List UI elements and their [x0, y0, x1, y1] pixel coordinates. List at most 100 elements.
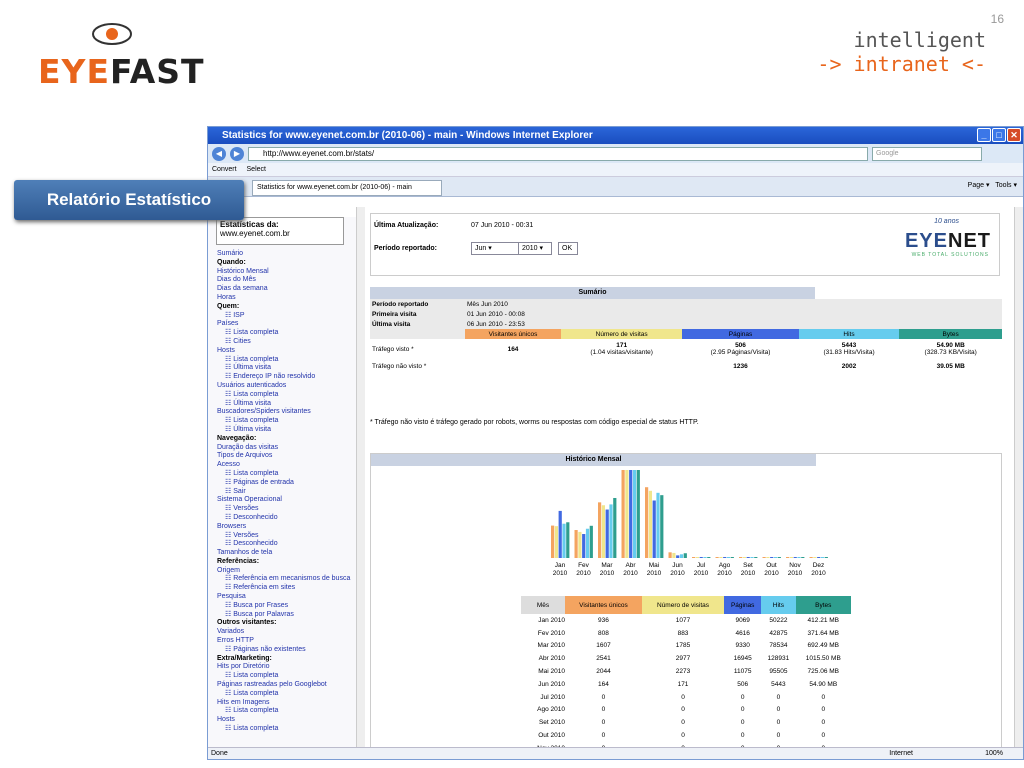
sidebar-item[interactable]: Hosts [217, 347, 356, 356]
sidebar-item[interactable]: Sumário [217, 250, 356, 259]
sidebar-item[interactable]: Origem [217, 567, 356, 576]
table-row: Mai 2010 2044 2273 11075 95505 725.06 MB [538, 668, 839, 676]
chart-tick-label: Fev [578, 562, 590, 569]
sidebar-item[interactable]: Hosts [217, 716, 356, 725]
sidebar-item[interactable]: Acesso [217, 461, 356, 470]
window-title: Statistics for www.eyenet.com.br (2010-0… [208, 127, 1023, 144]
sidebar-item[interactable]: Tipos de Arquivos [217, 452, 356, 461]
sidebar-item[interactable]: Horas [217, 294, 356, 303]
sidebar-item[interactable]: ☷ Referência em mecanismos de busca [217, 575, 356, 584]
zoom-level[interactable]: 100% [985, 748, 1003, 759]
year-select[interactable]: 2010 ▾ [518, 242, 552, 255]
sidebar-item[interactable]: Dias do Mês [217, 276, 356, 285]
maximize-button[interactable]: □ [992, 128, 1006, 142]
chart-bar [574, 530, 578, 558]
sidebar-item[interactable]: Tamanhos de tela [217, 549, 356, 558]
sidebar-item[interactable]: ☷ Desconhecido [217, 514, 356, 523]
subitem-icon: ☷ [225, 337, 232, 345]
sidebar-item[interactable]: Dias da semana [217, 285, 356, 294]
sidebar-item[interactable]: Usuários autenticados [217, 382, 356, 391]
chart-bar [621, 470, 625, 558]
sidebar-item[interactable]: ☷ Lista completa [217, 470, 356, 479]
sidebar-item[interactable]: ☷ Última visita [217, 400, 356, 409]
sidebar-item[interactable]: ☷ Desconhecido [217, 540, 356, 549]
subitem-icon: ☷ [225, 390, 232, 398]
sidebar-item[interactable]: Browsers [217, 523, 356, 532]
chart-bar [699, 557, 703, 558]
sidebar-item[interactable]: ☷ Lista completa [217, 329, 356, 338]
sidebar-item[interactable]: ☷ Lista completa [217, 672, 356, 681]
sidebar-item[interactable]: ☷ Lista completa [217, 690, 356, 699]
table-row: Jul 2010 0 0 0 0 0 [540, 693, 826, 701]
chart-bar [672, 552, 676, 558]
subitem-icon: ☷ [225, 311, 232, 319]
site-box: Estatísticas da: www.eyenet.com.br [216, 217, 344, 245]
sidebar-item[interactable]: Buscadores/Spiders visitantes [217, 408, 356, 417]
chart-bar [598, 502, 602, 558]
sidebar-item[interactable]: ☷ Lista completa [217, 391, 356, 400]
convert-button[interactable]: Convert [212, 166, 237, 173]
back-icon[interactable]: ◀ [212, 146, 226, 161]
sidebar-item[interactable]: ☷ Versões [217, 505, 356, 514]
sidebar-item[interactable]: ☷ Cities [217, 338, 356, 347]
chart-tick-label: Out [766, 562, 777, 569]
sidebar-item[interactable]: ☷ Lista completa [217, 707, 356, 716]
sidebar-item[interactable]: Hits em Imagens [217, 699, 356, 708]
sidebar-item[interactable]: Hits por Diretório [217, 663, 356, 672]
sidebar-item[interactable]: ☷ Lista completa [217, 725, 356, 734]
sidebar-item[interactable]: Histórico Mensal [217, 268, 356, 277]
sidebar-item[interactable]: ☷ Última visita [217, 364, 356, 373]
sidebar-item[interactable]: ☷ Busca por Palavras [217, 611, 356, 620]
ok-button[interactable]: OK [558, 242, 578, 255]
address-input[interactable]: http://www.eyenet.com.br/stats/ [248, 146, 868, 161]
minimize-button[interactable]: _ [977, 128, 991, 142]
chart-bar [585, 528, 590, 558]
subitem-icon: ☷ [225, 505, 232, 513]
subitem-icon: ☷ [225, 399, 232, 407]
sidebar-item[interactable]: ☷ Última visita [217, 426, 356, 435]
close-button[interactable]: ✕ [1007, 128, 1021, 142]
subitem-icon: ☷ [225, 469, 232, 477]
sidebar-item: Navegação: [217, 434, 257, 442]
chart-bar [809, 557, 813, 558]
sidebar-item[interactable]: ☷ Páginas de entrada [217, 479, 356, 488]
sidebar-item[interactable]: Sistema Operacional [217, 496, 356, 505]
subitem-icon: ☷ [225, 487, 232, 495]
sidebar-item[interactable]: ☷ Lista completa [217, 417, 356, 426]
sidebar-item[interactable]: Variados [217, 628, 356, 637]
chart-bar [824, 557, 828, 558]
intelligent-intranet-logo: intelligent -> intranet <- [817, 28, 986, 76]
sidebar-item[interactable]: ☷ Busca por Frases [217, 602, 356, 611]
sidebar-item[interactable]: ☷ Sair [217, 488, 356, 497]
chart-tick-label: Jul [697, 562, 706, 569]
sidebar-item[interactable]: Páginas rastreadas pelo Googlebot [217, 681, 356, 690]
sidebar-item[interactable]: Países [217, 320, 356, 329]
subitem-icon: ☷ [225, 417, 232, 425]
sidebar-item[interactable]: ☷ Endereço IP não resolvido [217, 373, 356, 382]
history-table: Mês Visitantes únicos Número de visitas Pág… [521, 596, 851, 759]
select-button[interactable]: Select [247, 166, 266, 173]
chart-bar [692, 557, 696, 558]
chart-bar [625, 470, 629, 558]
sidebar-item[interactable]: ☷ Referência em sites [217, 584, 356, 593]
main-scrollbar[interactable] [1014, 207, 1023, 749]
sidebar-item[interactable]: Pesquisa [217, 593, 356, 602]
sidebar-item[interactable]: ☷ Versões [217, 532, 356, 541]
sidebar-scrollbar[interactable] [356, 207, 365, 749]
chart-bar [660, 495, 664, 558]
page-menu[interactable]: Page [968, 182, 984, 189]
search-input[interactable]: Google [872, 146, 982, 161]
chart-bar [609, 504, 613, 558]
tools-menu[interactable]: Tools [995, 182, 1011, 189]
subitem-icon: ☷ [225, 364, 232, 372]
table-row: Fev 2010 808 883 4616 42875 371.64 MB [537, 629, 839, 637]
tab-statistics[interactable]: Statistics for www.eyenet.com.br (2010-0… [252, 180, 442, 196]
sidebar-item[interactable]: ☷ Páginas não existentes [217, 646, 356, 655]
forward-icon[interactable]: ▶ [230, 146, 244, 161]
subitem-icon: ☷ [225, 531, 232, 539]
table-row: Abr 2010 2541 2977 16945 128931 1015.50 MB [538, 655, 841, 663]
sidebar-item[interactable]: ☷ ISP [217, 312, 356, 321]
sidebar-item[interactable]: Erros HTTP [217, 637, 356, 646]
sidebar-item[interactable]: Duração das visitas [217, 444, 356, 453]
table-row: Mar 2010 1607 1785 9330 78534 692.49 MB [537, 642, 839, 650]
